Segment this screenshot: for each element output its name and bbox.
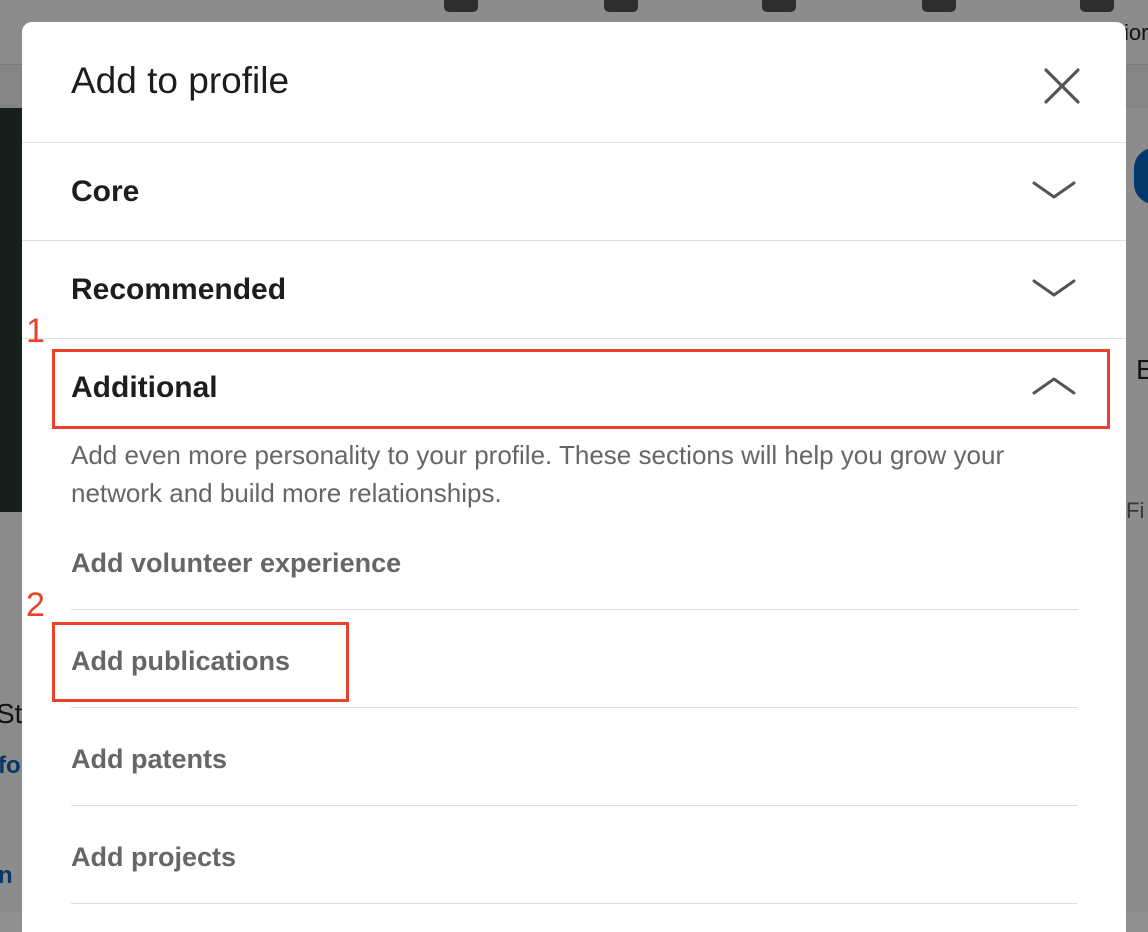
chevron-down-icon [1032, 181, 1076, 199]
additional-description: Add even more personality to your profil… [71, 440, 1005, 508]
item-label: Add volunteer experience [71, 548, 402, 578]
chevron-down-icon [1032, 279, 1076, 297]
section-core[interactable]: Core [22, 143, 1126, 241]
add-volunteer-experience-item[interactable]: Add volunteer experience [71, 512, 1078, 610]
annotation-box-additional [52, 349, 1110, 429]
modal-header: Add to profile [22, 22, 1126, 143]
close-button[interactable] [1040, 64, 1084, 108]
modal-title: Add to profile [71, 60, 290, 101]
annotation-number: 2 [26, 586, 45, 624]
add-to-profile-modal: Add to profile Core Recommended Addition… [22, 22, 1126, 932]
section-recommended[interactable]: Recommended [22, 241, 1126, 339]
section-label: Core [71, 175, 140, 208]
annotation-number: 1 [26, 312, 45, 350]
annotation-box-publications [52, 622, 349, 702]
item-label: Add patents [71, 744, 228, 774]
section-label: Recommended [71, 273, 287, 306]
close-icon [1044, 68, 1080, 104]
item-label: Add projects [71, 842, 237, 872]
add-projects-item[interactable]: Add projects [71, 806, 1078, 904]
add-patents-item[interactable]: Add patents [71, 708, 1078, 806]
